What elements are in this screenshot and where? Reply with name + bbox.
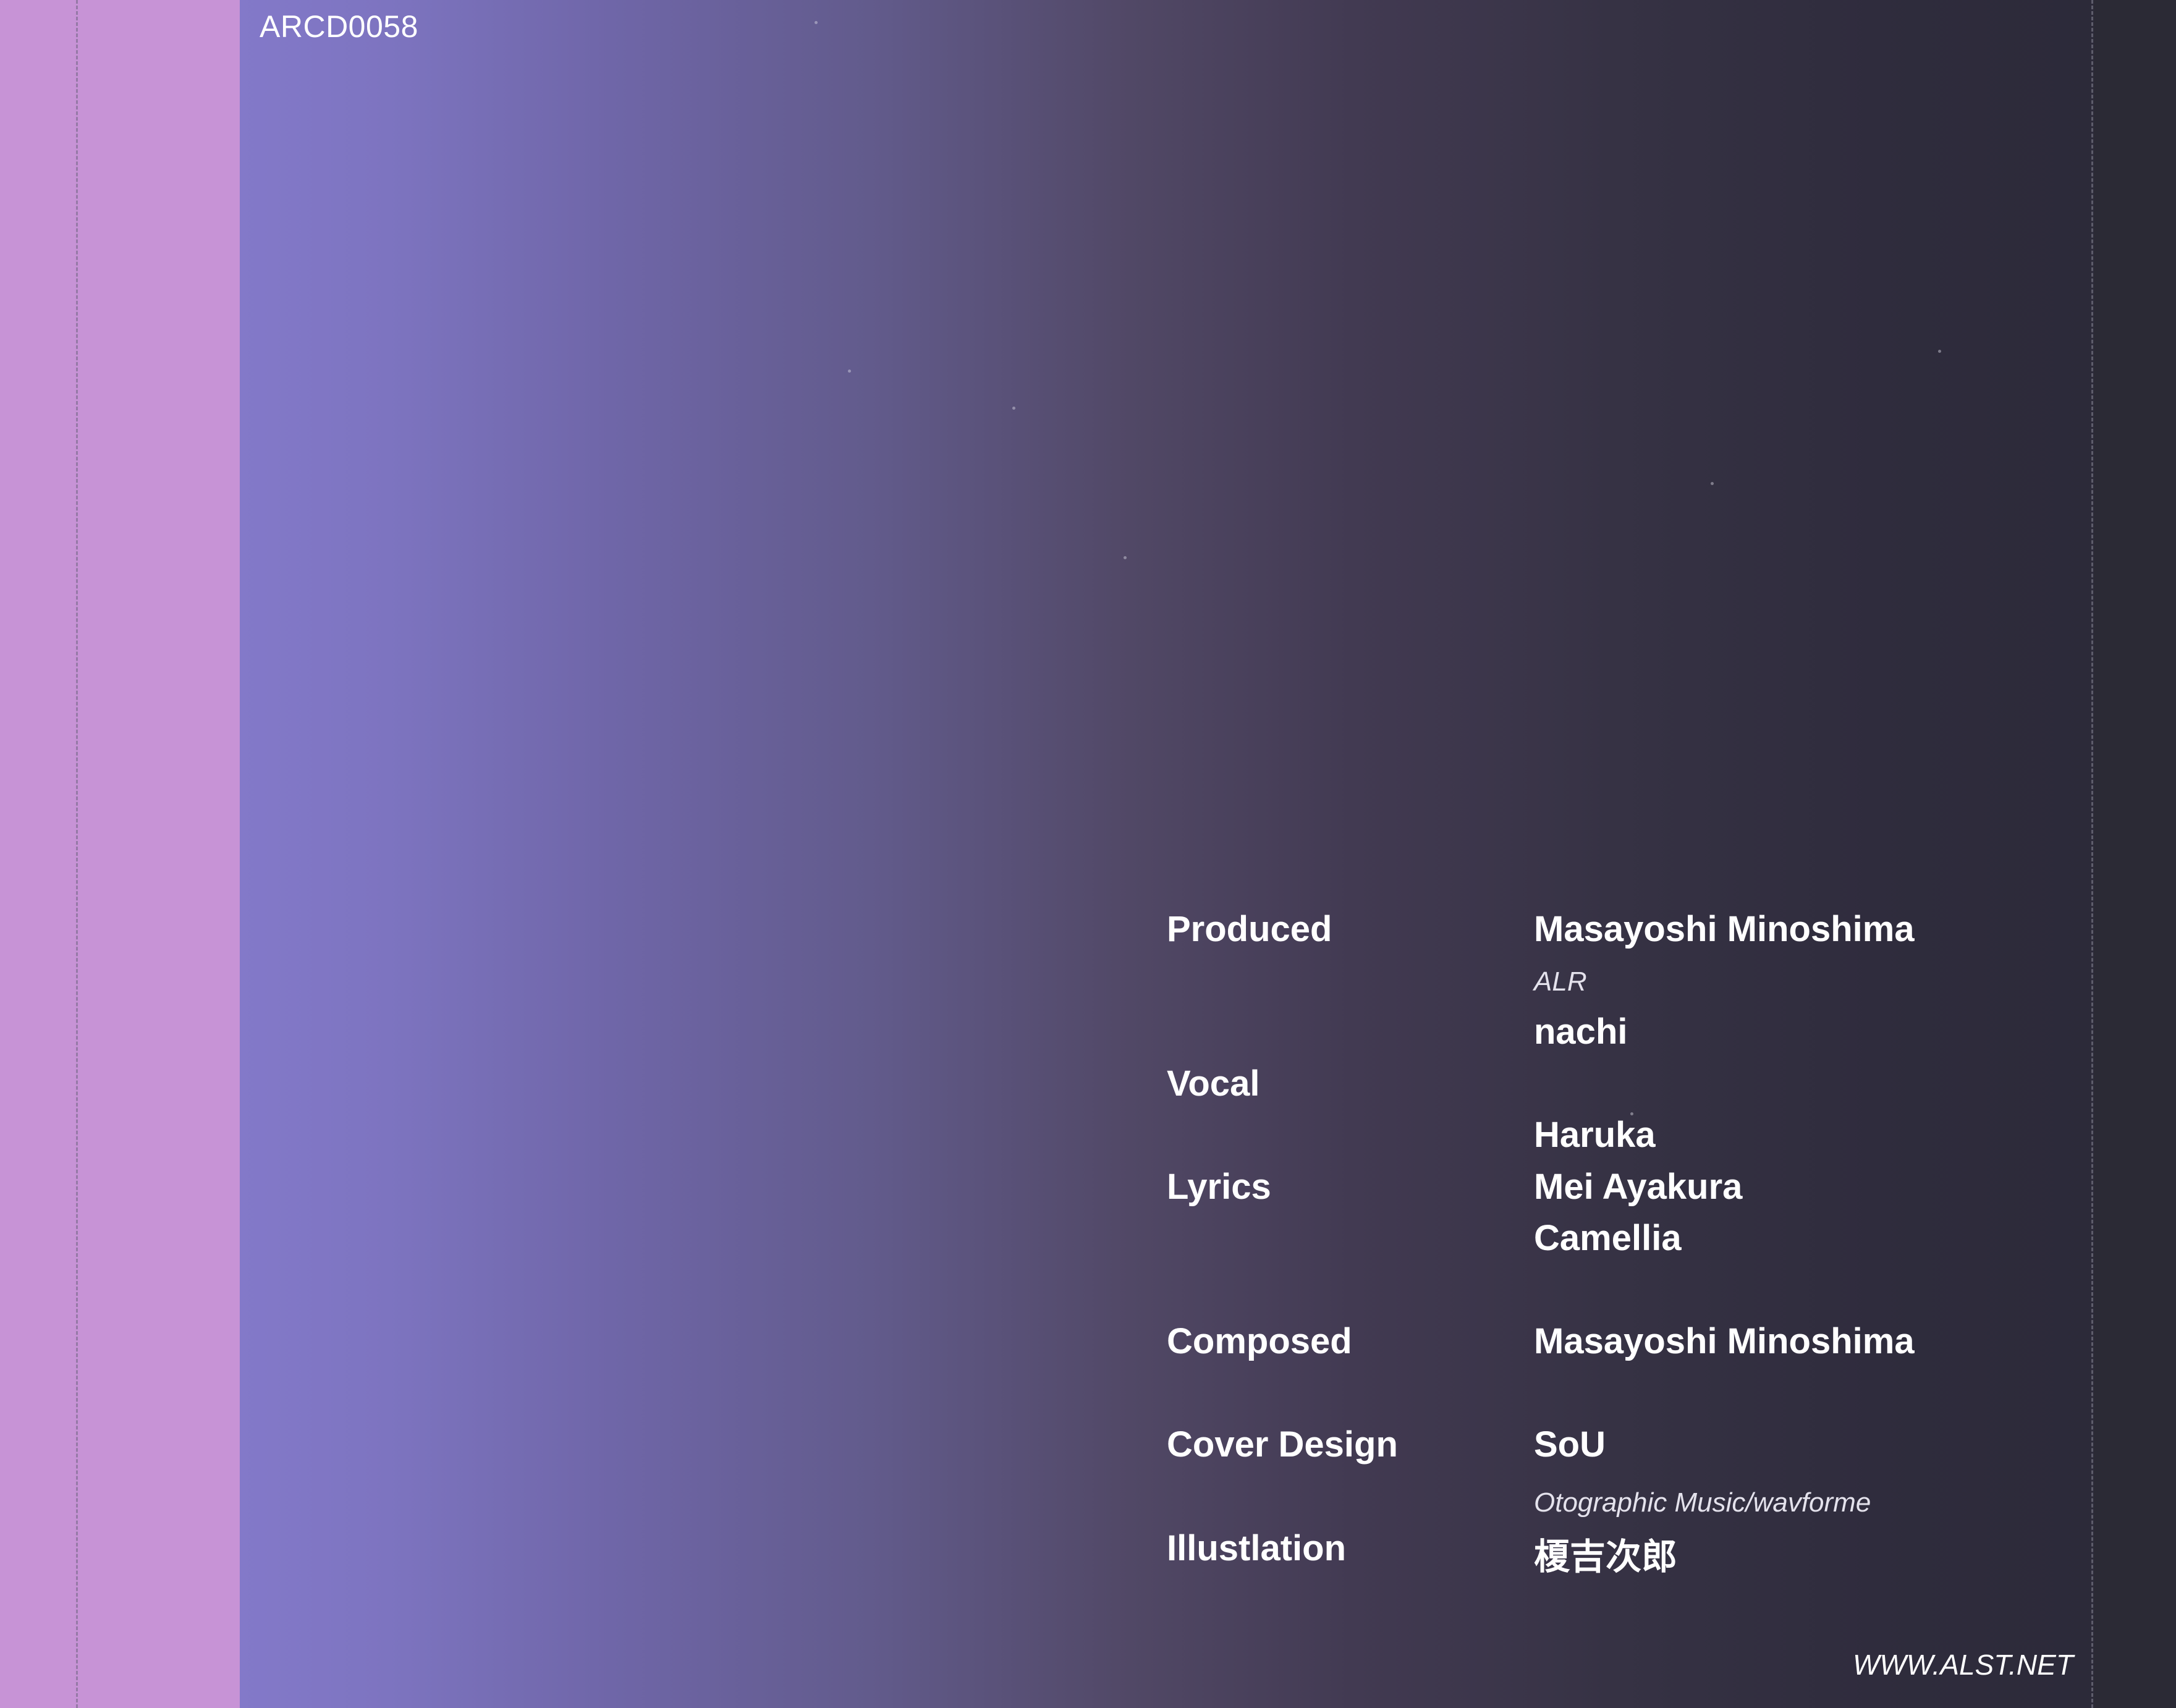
composed-label: Composed bbox=[1167, 1321, 1352, 1361]
catalog-number: ARCD0058 bbox=[260, 9, 418, 44]
dust-speck bbox=[848, 370, 851, 373]
cover-design-label: Cover Design bbox=[1167, 1424, 1398, 1465]
lyrics-label: Lyrics bbox=[1167, 1167, 1271, 1207]
cd-inlay-back: ARCD0058 Produced Masayoshi Minoshima AL… bbox=[0, 0, 2176, 1708]
left-fold-line bbox=[76, 0, 78, 1708]
right-spine bbox=[2094, 0, 2176, 1708]
dust-speck bbox=[1711, 482, 1714, 485]
cover-design-name: SoU bbox=[1534, 1424, 1606, 1465]
cover-design-affiliation: Otographic Music/wavforme bbox=[1534, 1487, 1871, 1518]
dust-speck bbox=[1012, 407, 1015, 410]
lyricist-name: Camellia bbox=[1534, 1218, 1682, 1258]
produced-name: Masayoshi Minoshima bbox=[1534, 909, 1915, 949]
left-spine bbox=[0, 0, 240, 1708]
right-fold-line bbox=[2091, 0, 2093, 1708]
illustration-label: Illustlation bbox=[1167, 1528, 1346, 1568]
website-url: WWW.ALST.NET bbox=[1853, 1649, 2073, 1681]
vocal-label: Vocal bbox=[1167, 1063, 1260, 1104]
lyricist-name: Mei Ayakura bbox=[1534, 1167, 1743, 1207]
dust-speck bbox=[815, 21, 818, 24]
dust-speck bbox=[1124, 556, 1127, 559]
composed-name: Masayoshi Minoshima bbox=[1534, 1321, 1915, 1361]
vocal-name: nachi bbox=[1534, 1012, 1628, 1052]
produced-label: Produced bbox=[1167, 909, 1332, 949]
dust-speck bbox=[1938, 350, 1941, 353]
lyricist-name: Haruka bbox=[1534, 1115, 1656, 1155]
produced-affiliation: ALR bbox=[1534, 966, 1587, 997]
illustration-name: 榎吉次郎 bbox=[1534, 1537, 1678, 1577]
